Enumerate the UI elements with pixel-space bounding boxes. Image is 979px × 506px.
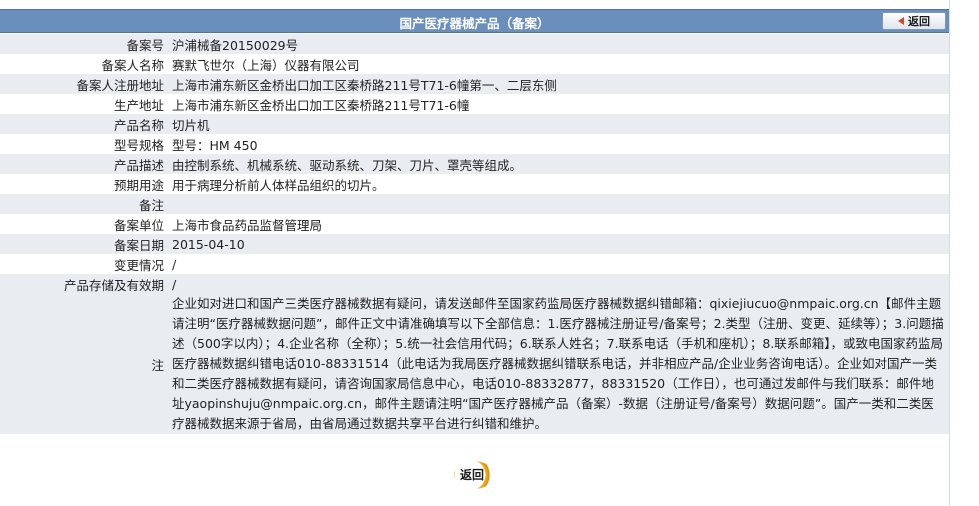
field-value: 赛默飞世尔（上海）仪器有限公司 [168,54,949,74]
field-label: 型号规格 [0,134,168,154]
table-row: 产品名称 切片机 [0,114,949,134]
field-label: 备案人注册地址 [0,74,168,94]
field-value: 沪浦械备20150029号 [168,34,949,54]
table-row: 生产地址 上海市浦东新区金桥出口加工区秦桥路211号T71-6幢 [0,94,949,114]
field-value [168,194,949,214]
field-value: 由控制系统、机械系统、驱动系统、刀架、刀片、罩壳等组成。 [168,154,949,174]
field-value: / [168,274,949,294]
field-label: 备案号 [0,34,168,54]
page-title: 国产医疗器械产品（备案） [399,16,550,31]
back-button-bottom-label: 返回 [459,467,484,482]
field-value: 上海市食品药品监督管理局 [168,214,949,234]
table-row: 产品描述 由控制系统、机械系统、驱动系统、刀架、刀片、罩壳等组成。 [0,154,949,174]
table-row: 备案人名称 赛默飞世尔（上海）仪器有限公司 [0,54,949,74]
field-label: 备案日期 [0,234,168,254]
field-value: / [168,254,949,274]
field-label: 变更情况 [0,254,168,274]
footer: 返回 [0,455,949,506]
back-button-top-label: 返回 [908,15,930,28]
field-value: 切片机 [168,114,949,134]
field-value: 上海市浦东新区金桥出口加工区秦桥路211号T71-6幢第一、二层东侧 [168,74,949,94]
table-row: 备注 [0,194,949,214]
note-text: 企业如对进口和国产三类医疗器械数据有疑问，请发送邮件至国家药监局医疗器械数据纠错… [168,294,949,434]
table-row: 备案单位 上海市食品药品监督管理局 [0,214,949,234]
field-label: 产品存储及有效期 [0,274,168,294]
title-bar: 国产医疗器械产品（备案） 返回 [0,9,949,33]
table-row: 备案人注册地址 上海市浦东新区金桥出口加工区秦桥路211号T71-6幢第一、二层… [0,74,949,94]
field-label: 产品名称 [0,114,168,134]
table-row: 变更情况 / [0,254,949,274]
field-label: 产品描述 [0,154,168,174]
field-label: 预期用途 [0,174,168,194]
page-frame: 国产医疗器械产品（备案） 返回 备案号 沪浦械备20150029号 备案人名称 … [0,0,950,506]
back-arrow-icon [898,17,904,25]
table-row: 备案号 沪浦械备20150029号 [0,34,949,54]
note-label: 注 [0,294,168,434]
field-label: 备案人名称 [0,54,168,74]
field-value: 2015-04-10 [168,234,949,254]
table-row: 备案日期 2015-04-10 [0,234,949,254]
back-button-top[interactable]: 返回 [882,12,946,30]
field-value: 上海市浦东新区金桥出口加工区秦桥路211号T71-6幢 [168,94,949,114]
table-row: 产品存储及有效期 / [0,274,949,294]
note-row: 注 企业如对进口和国产三类医疗器械数据有疑问，请发送邮件至国家药监局医疗器械数据… [0,294,949,434]
field-label: 备注 [0,194,168,214]
record-table: 备案号 沪浦械备20150029号 备案人名称 赛默飞世尔（上海）仪器有限公司 … [0,34,949,434]
field-value: 型号：HM 450 [168,134,949,154]
field-label: 备案单位 [0,214,168,234]
field-label: 生产地址 [0,94,168,114]
table-row: 预期用途 用于病理分析前人体样品组织的切片。 [0,174,949,194]
back-button-bottom[interactable]: 返回 [446,461,498,489]
table-row: 型号规格 型号：HM 450 [0,134,949,154]
field-value: 用于病理分析前人体样品组织的切片。 [168,174,949,194]
